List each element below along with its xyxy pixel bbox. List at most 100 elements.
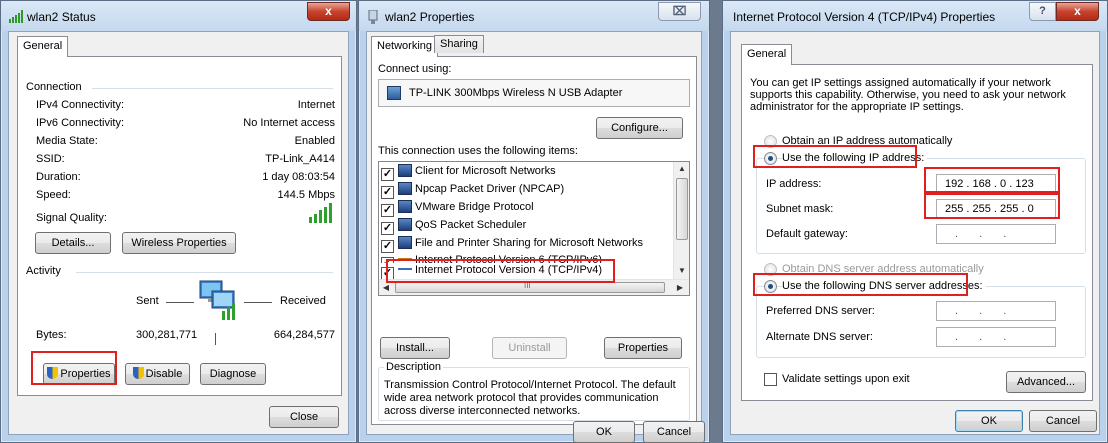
obtain-ip-auto-label: Obtain an IP address automatically [782, 135, 953, 147]
uac-shield-icon [132, 367, 144, 379]
properties-titlebar[interactable]: wlan2 Properties ⌧ [359, 1, 709, 31]
help-button[interactable]: ? [1029, 2, 1056, 21]
tab-sharing[interactable]: Sharing [434, 35, 484, 53]
ssid-label: SSID: [36, 153, 65, 165]
use-following-dns-label: Use the following DNS server addresses: [782, 280, 986, 292]
cancel-button[interactable]: Cancel [643, 421, 705, 443]
subnet-mask-label: Subnet mask: [766, 203, 834, 215]
uac-shield-icon [47, 367, 59, 379]
use-following-ip-label: Use the following IP address: [782, 152, 928, 164]
wireless-properties-button[interactable]: Wireless Properties [122, 232, 236, 254]
list-item[interactable]: ✓ Client for Microsoft Networks [381, 164, 556, 181]
protocol-line-icon [398, 268, 412, 270]
list-item[interactable]: ✓ Internet Protocol Version 6 (TCP/IPv6) [381, 254, 602, 263]
tab-general[interactable]: General [17, 36, 69, 57]
obtain-dns-auto-label: Obtain DNS server address automatically [782, 263, 984, 275]
sent-label: Sent [136, 295, 159, 307]
subnet-mask-field[interactable]: 255 . 255 . 255 . 0 [936, 199, 1056, 219]
ip-address-field[interactable]: 192 . 168 . 0 . 123 [936, 174, 1056, 194]
configure-button[interactable]: Configure... [596, 117, 683, 139]
validate-checkbox[interactable] [764, 373, 777, 386]
window-title: wlan2 Properties [385, 10, 475, 24]
list-item[interactable]: ✓ Npcap Packet Driver (NPCAP) [381, 182, 564, 199]
close-button[interactable]: Close [269, 406, 339, 428]
general-tab-pane: Connection IPv4 Connectivity: Internet I… [17, 56, 342, 396]
general-tab-pane: You can get IP settings assigned automat… [741, 64, 1093, 401]
scroll-right-arrow-icon[interactable]: ▶ [675, 283, 685, 292]
tab-general[interactable]: General [741, 44, 793, 65]
activity-header: Activity [26, 265, 61, 277]
item-checkbox[interactable]: ✓ [381, 222, 394, 235]
connect-using-label: Connect using: [378, 63, 452, 75]
ok-button[interactable]: OK [955, 410, 1023, 432]
item-checkbox[interactable]: ✓ [381, 204, 394, 217]
network-client-icon [398, 164, 412, 177]
item-label: VMware Bridge Protocol [415, 201, 534, 213]
received-line [244, 302, 272, 303]
speed-label: Speed: [36, 189, 71, 201]
window-title: Internet Protocol Version 4 (TCP/IPv4) P… [733, 10, 996, 24]
dns-settings-group [756, 286, 1086, 358]
status-properties-button[interactable]: Properties [43, 363, 115, 385]
advanced-button[interactable]: Advanced... [1006, 371, 1086, 393]
ok-button[interactable]: OK [573, 421, 635, 443]
obtain-ip-auto-radio[interactable] [764, 135, 777, 148]
bytes-label: Bytes: [36, 329, 67, 341]
close-window-button[interactable]: x [1056, 2, 1099, 21]
description-header: Description [384, 361, 444, 373]
close-window-button[interactable]: x [307, 2, 350, 21]
status-client-area: General Connection IPv4 Connectivity: In… [8, 31, 349, 435]
disable-label: Disable [145, 368, 183, 380]
alternate-dns-label: Alternate DNS server: [766, 331, 873, 343]
bytes-received-value: 664,284,577 [273, 329, 335, 341]
diagnose-button[interactable]: Diagnose [200, 363, 266, 385]
close-window-button[interactable]: ⌧ [658, 2, 701, 21]
item-checkbox[interactable]: ✓ [381, 186, 394, 199]
item-label: Client for Microsoft Networks [415, 165, 556, 177]
ipv4-client-area: General You can get IP settings assigned… [730, 31, 1100, 435]
ipv6-connectivity-label: IPv6 Connectivity: [36, 117, 125, 129]
scroll-down-arrow-icon[interactable]: ▼ [674, 266, 689, 275]
item-checkbox[interactable]: ✓ [381, 257, 394, 263]
preferred-dns-field[interactable]: . . . [936, 301, 1056, 321]
list-item-selected[interactable]: ✓ Internet Protocol Version 4 (TCP/IPv4) [381, 264, 602, 280]
alternate-dns-field[interactable]: . . . [936, 327, 1056, 347]
use-following-ip-radio[interactable] [764, 152, 777, 165]
ssid-value: TP-Link_A414 [265, 153, 335, 165]
list-horizontal-scrollbar[interactable]: ◀ III ▶ [379, 279, 689, 295]
list-vertical-scrollbar[interactable]: ▲ ▼ [673, 162, 689, 279]
scroll-left-arrow-icon[interactable]: ◀ [381, 283, 391, 292]
adapter-box: TP-LINK 300Mbps Wireless N USB Adapter [378, 79, 690, 107]
window-title: wlan2 Status [27, 10, 96, 24]
item-properties-button[interactable]: Properties [604, 337, 682, 359]
service-icon [398, 236, 412, 249]
use-following-dns-radio[interactable] [764, 280, 777, 293]
validate-label: Validate settings upon exit [782, 373, 910, 385]
details-button[interactable]: Details... [35, 232, 111, 254]
tab-networking[interactable]: Networking [371, 36, 439, 57]
item-checkbox[interactable]: ✓ [381, 168, 394, 181]
bytes-separator [215, 333, 216, 345]
connection-divider [92, 88, 333, 89]
sent-line [166, 302, 194, 303]
item-label: Internet Protocol Version 6 (TCP/IPv6) [415, 254, 603, 263]
list-item[interactable]: ✓ QoS Packet Scheduler [381, 218, 526, 235]
install-button[interactable]: Install... [380, 337, 450, 359]
cancel-button[interactable]: Cancel [1029, 410, 1097, 432]
driver-icon [398, 182, 412, 195]
item-checkbox[interactable]: ✓ [381, 240, 394, 253]
default-gateway-field[interactable]: . . . [936, 224, 1056, 244]
scroll-thumb[interactable]: III [395, 281, 665, 293]
scroll-thumb[interactable] [676, 178, 688, 240]
scroll-up-arrow-icon[interactable]: ▲ [674, 164, 689, 173]
obtain-dns-auto-radio[interactable] [764, 263, 777, 276]
status-titlebar[interactable]: wlan2 Status x [1, 1, 356, 31]
disable-button[interactable]: Disable [125, 363, 190, 385]
list-item[interactable]: ✓ File and Printer Sharing for Microsoft … [381, 236, 643, 253]
speed-value: 144.5 Mbps [277, 189, 335, 201]
components-list[interactable]: ✓ Client for Microsoft Networks ✓ Npcap Pa… [378, 161, 690, 296]
network-adapter-icon [367, 9, 381, 24]
list-item[interactable]: ✓ VMware Bridge Protocol [381, 200, 534, 217]
intro-text: You can get IP settings assigned automat… [750, 77, 1066, 113]
ipv4-titlebar[interactable]: Internet Protocol Version 4 (TCP/IPv4) P… [723, 1, 1107, 31]
